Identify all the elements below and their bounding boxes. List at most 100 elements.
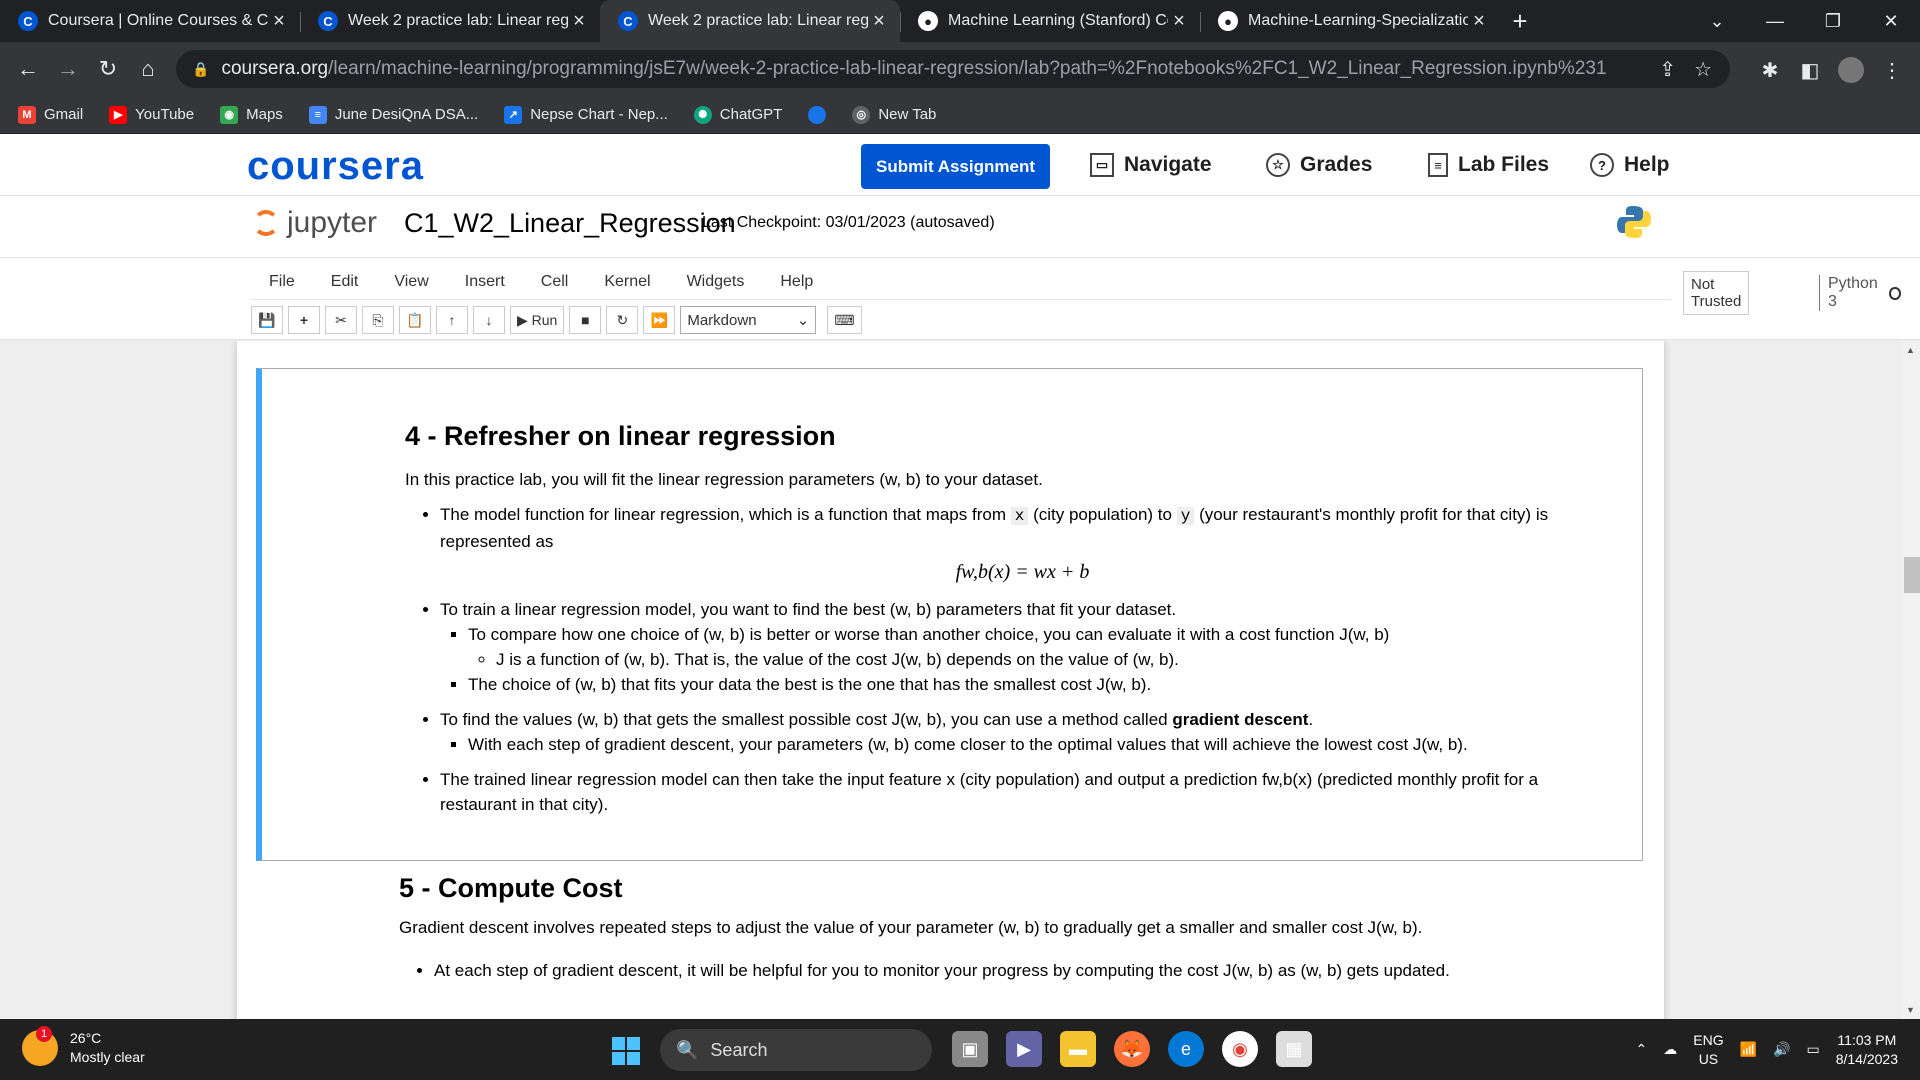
save-icon[interactable]: 💾: [251, 306, 283, 334]
bookmark-gmail[interactable]: M Gmail: [18, 105, 83, 124]
file-explorer-icon[interactable]: ▬: [1060, 1031, 1096, 1067]
browser-tab[interactable]: ● Machine-Learning-Specialization ×: [1200, 0, 1500, 42]
address-bar[interactable]: 🔒 coursera.org/learn/machine-learning/pr…: [176, 50, 1730, 88]
stop-icon[interactable]: ■: [569, 306, 602, 334]
bookmark-chatgpt[interactable]: ✺ ChatGPT: [693, 105, 782, 124]
bookmark-youtube[interactable]: ▶ YouTube: [109, 105, 194, 124]
coursera-icon: C: [618, 11, 638, 31]
markdown-cell-selected[interactable]: 4 - Refresher on linear regression In th…: [256, 368, 1643, 861]
close-icon[interactable]: ×: [568, 10, 590, 33]
close-icon[interactable]: ×: [868, 10, 890, 33]
weather-widget[interactable]: 1 26°C Mostly clear: [22, 1026, 145, 1067]
wifi-icon[interactable]: 📶: [1740, 1041, 1757, 1058]
menu-help[interactable]: Help: [762, 273, 831, 291]
volume-icon[interactable]: 🔊: [1773, 1041, 1790, 1058]
vertical-scrollbar[interactable]: ▲ ▼: [1902, 341, 1920, 1019]
close-icon[interactable]: ×: [1468, 10, 1490, 33]
run-button[interactable]: ▶ Run: [510, 306, 565, 334]
task-view-icon[interactable]: ▣: [952, 1031, 988, 1067]
browser-tab-active[interactable]: C Week 2 practice lab: Linear regre ×: [600, 0, 900, 42]
navigate-button[interactable]: ▭ Navigate: [1090, 153, 1212, 177]
store-icon[interactable]: ▦: [1276, 1031, 1312, 1067]
new-tab-button[interactable]: +: [1500, 0, 1540, 42]
back-icon[interactable]: ←: [8, 49, 48, 89]
coursera-logo[interactable]: coursera: [247, 144, 424, 189]
teams-icon[interactable]: ▶: [1006, 1031, 1042, 1067]
move-up-icon[interactable]: ↑: [436, 306, 468, 334]
restart-icon[interactable]: ↻: [606, 306, 639, 334]
language-indicator[interactable]: ENG US: [1693, 1031, 1723, 1069]
notebook-page: 4 - Refresher on linear regression In th…: [237, 341, 1664, 1019]
scroll-up-icon[interactable]: ▲: [1906, 345, 1915, 355]
trusted-status-button[interactable]: Not Trusted: [1683, 271, 1750, 315]
start-button[interactable]: [612, 1037, 640, 1065]
avatar[interactable]: [1838, 57, 1864, 83]
notebook-area[interactable]: 4 - Refresher on linear regression In th…: [0, 341, 1902, 1019]
browser-tab[interactable]: ● Machine Learning (Stanford) Cou ×: [900, 0, 1200, 42]
notebook-name[interactable]: C1_W2_Linear_Regression: [404, 208, 736, 239]
menu-view[interactable]: View: [376, 273, 446, 291]
restore-icon[interactable]: ❐: [1804, 0, 1862, 42]
menu-kernel[interactable]: Kernel: [586, 273, 668, 291]
bookmark-maps[interactable]: ◉ Maps: [220, 105, 283, 124]
bookmark-new-tab[interactable]: ◎ New Tab: [852, 105, 936, 124]
chatgpt-icon: ✺: [693, 105, 712, 124]
chevron-up-icon[interactable]: ⌃: [1636, 1041, 1648, 1058]
edge-icon[interactable]: e: [1168, 1031, 1204, 1067]
paste-icon[interactable]: 📋: [399, 306, 431, 334]
lang-region: US: [1698, 1050, 1719, 1067]
close-icon[interactable]: ×: [1168, 10, 1190, 33]
clock[interactable]: 11:03 PM 8/14/2023: [1836, 1031, 1898, 1069]
menu-widgets[interactable]: Widgets: [669, 273, 763, 291]
reload-icon[interactable]: ↻: [88, 49, 128, 89]
cell-type-select[interactable]: Markdown ⌄: [680, 306, 817, 334]
keyboard-icon[interactable]: ⌨: [827, 306, 862, 334]
menu-insert[interactable]: Insert: [447, 273, 523, 291]
extensions-icon[interactable]: ✱: [1754, 54, 1786, 86]
battery-icon[interactable]: ▭: [1806, 1041, 1819, 1058]
markdown-cell[interactable]: 5 - Compute Cost Gradient descent involv…: [399, 875, 1599, 983]
lock-icon[interactable]: 🔒: [192, 61, 209, 78]
add-cell-icon[interactable]: +: [288, 306, 320, 334]
lab-files-button[interactable]: ≡ Lab Files: [1428, 153, 1549, 177]
close-icon[interactable]: ×: [268, 10, 290, 33]
move-down-icon[interactable]: ↓: [473, 306, 505, 334]
submit-assignment-button[interactable]: Submit Assignment: [861, 144, 1050, 189]
scrollbar-thumb[interactable]: [1904, 557, 1920, 593]
fast-forward-icon[interactable]: ⏩: [643, 306, 676, 334]
taskbar-search[interactable]: 🔍 Search: [660, 1029, 932, 1071]
cloud-icon[interactable]: ☁: [1663, 1041, 1677, 1058]
cut-icon[interactable]: ✂: [325, 306, 357, 334]
system-tray: ⌃ ☁ ENG US 📶 🔊 ▭ 11:03 PM 8/14/2023: [1636, 1019, 1920, 1080]
copy-icon[interactable]: ⎘: [362, 306, 394, 334]
grades-button[interactable]: ☆ Grades: [1266, 153, 1372, 177]
url-domain: coursera.org: [221, 58, 329, 79]
forward-icon[interactable]: →: [48, 49, 88, 89]
close-window-icon[interactable]: ✕: [1862, 0, 1920, 42]
menu-file[interactable]: File: [251, 273, 313, 291]
bookmark-nepse[interactable]: ↗ Nepse Chart - Nep...: [504, 105, 668, 124]
home-icon[interactable]: ⌂: [128, 49, 168, 89]
windows-taskbar: 1 26°C Mostly clear 🔍 Search ▣ ▶ ▬ 🦊 e ◉ ▦…: [0, 1019, 1920, 1080]
bookmark-docs[interactable]: ≡ June DesiQnA DSA...: [308, 105, 478, 124]
nav-label: Grades: [1300, 153, 1373, 176]
menu-cell[interactable]: Cell: [523, 273, 587, 291]
bookmark-unnamed[interactable]: [808, 105, 827, 124]
text: With each step of gradient descent, your…: [468, 735, 1468, 754]
minimize-icon[interactable]: —: [1746, 0, 1804, 42]
menu-icon[interactable]: ⋮: [1876, 54, 1908, 86]
nav-label: Navigate: [1124, 153, 1212, 176]
chrome-icon[interactable]: ◉: [1222, 1031, 1258, 1067]
chevron-down-icon[interactable]: ⌄: [1688, 0, 1746, 42]
browser-tab[interactable]: C Coursera | Online Courses & Cred ×: [0, 0, 300, 42]
help-button[interactable]: ? Help: [1590, 153, 1670, 177]
firefox-icon[interactable]: 🦊: [1114, 1031, 1150, 1067]
share-icon[interactable]: ⇪: [1659, 57, 1676, 82]
jupyter-logo[interactable]: jupyter: [253, 206, 377, 240]
chart-icon: ↗: [504, 105, 523, 124]
scroll-down-icon[interactable]: ▼: [1906, 1005, 1915, 1015]
menu-edit[interactable]: Edit: [313, 273, 377, 291]
browser-tab[interactable]: C Week 2 practice lab: Linear regre ×: [300, 0, 600, 42]
star-icon[interactable]: ☆: [1694, 57, 1712, 82]
side-panel-icon[interactable]: ◧: [1794, 54, 1826, 86]
